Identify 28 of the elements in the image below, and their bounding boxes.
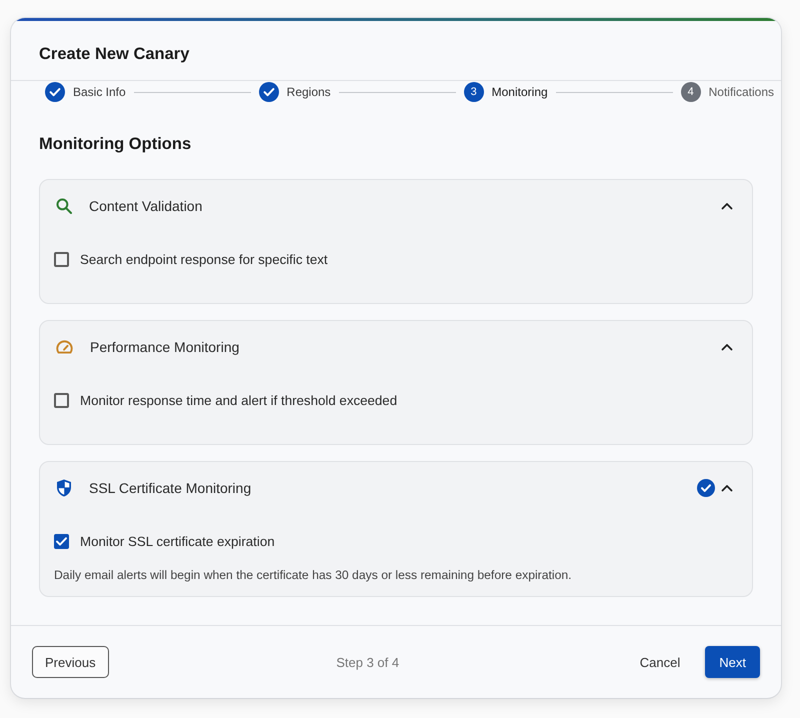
chevron-up-icon[interactable]	[721, 343, 733, 351]
search-icon	[56, 198, 72, 214]
option-title: Content Validation	[89, 198, 202, 214]
previous-button[interactable]: Previous	[32, 646, 109, 678]
section-heading: Monitoring Options	[39, 134, 192, 155]
gauge-icon	[56, 340, 73, 354]
checkbox-label: Monitor response time and alert if threshold exceeded	[80, 392, 398, 408]
step-label: Basic Info	[73, 85, 126, 99]
checkbox[interactable]	[54, 392, 69, 408]
shield-icon	[56, 479, 72, 497]
step-number: 4	[680, 82, 701, 102]
step-label: Notifications	[708, 85, 774, 99]
checkbox-label: Monitor SSL certificate expiration	[80, 534, 275, 548]
cancel-button[interactable]: Cancel	[626, 646, 694, 678]
step-progress-text: Step 3 of 4	[336, 654, 400, 670]
checkbox-label: Search endpoint response for specific text	[80, 252, 328, 266]
chevron-up-icon[interactable]	[721, 202, 733, 210]
next-button[interactable]: Next	[705, 646, 760, 678]
step-number: 3	[464, 82, 484, 102]
option-title: SSL Certificate Monitoring	[89, 480, 252, 496]
dialog-title: Create New Canary	[39, 44, 190, 65]
checkbox[interactable]	[54, 252, 69, 266]
checkbox[interactable]	[54, 534, 69, 548]
option-title: Performance Monitoring	[90, 339, 240, 355]
help-text: Daily email alerts will begin when the certificate has 30 days or less remaining before expiration.	[54, 568, 572, 582]
step-label: Monitoring	[492, 85, 548, 99]
chevron-up-icon[interactable]	[721, 484, 733, 492]
step-label: Regions	[286, 85, 331, 99]
